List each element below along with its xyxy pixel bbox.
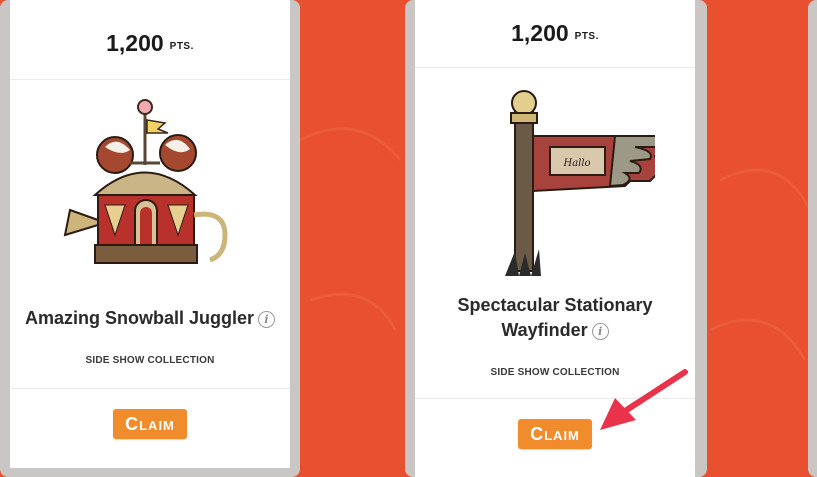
points-row: 1,200 PTS.	[10, 0, 290, 80]
claim-row: Claim	[10, 388, 290, 458]
item-name: Spectacular Stationary Wayfinder i	[447, 293, 662, 343]
info-icon[interactable]: i	[591, 323, 609, 340]
item-name-text: Amazing Snowball Juggler	[24, 308, 255, 328]
wayfinder-image: Hallo	[505, 89, 655, 276]
reward-card-stationary-wayfinder: 1,200 PTS. Hallo Spectacular Stationary …	[415, 0, 695, 477]
collection-label: SIDE SHOW COLLECTION	[85, 355, 215, 366]
snowball-juggler-image	[63, 99, 228, 264]
points-value: 1,200	[106, 30, 164, 56]
card-frame-edge	[808, 0, 817, 477]
claim-row: Claim	[415, 398, 695, 468]
item-name: Amazing Snowball Juggler i	[15, 306, 285, 331]
reward-card-snowball-juggler: 1,200 PTS. Amazing Snowball Juggler i SI…	[10, 0, 290, 468]
item-name-line1: Spectacular Stationary	[457, 295, 653, 315]
sign-text: Hallo	[562, 158, 590, 169]
points-value: 1,200	[511, 20, 569, 46]
item-name-line2: Wayfinder	[501, 320, 588, 340]
wayfinder-illustration: Hallo	[415, 68, 695, 293]
snowball-juggler-illustration	[10, 80, 290, 300]
info-icon[interactable]: i	[258, 311, 276, 328]
points-unit: PTS.	[574, 31, 599, 42]
claim-button[interactable]: Claim	[518, 419, 592, 449]
points-unit: PTS.	[169, 41, 194, 52]
points-row: 1,200 PTS.	[415, 0, 695, 68]
collection-label: SIDE SHOW COLLECTION	[490, 367, 620, 378]
claim-button[interactable]: Claim	[113, 409, 187, 439]
